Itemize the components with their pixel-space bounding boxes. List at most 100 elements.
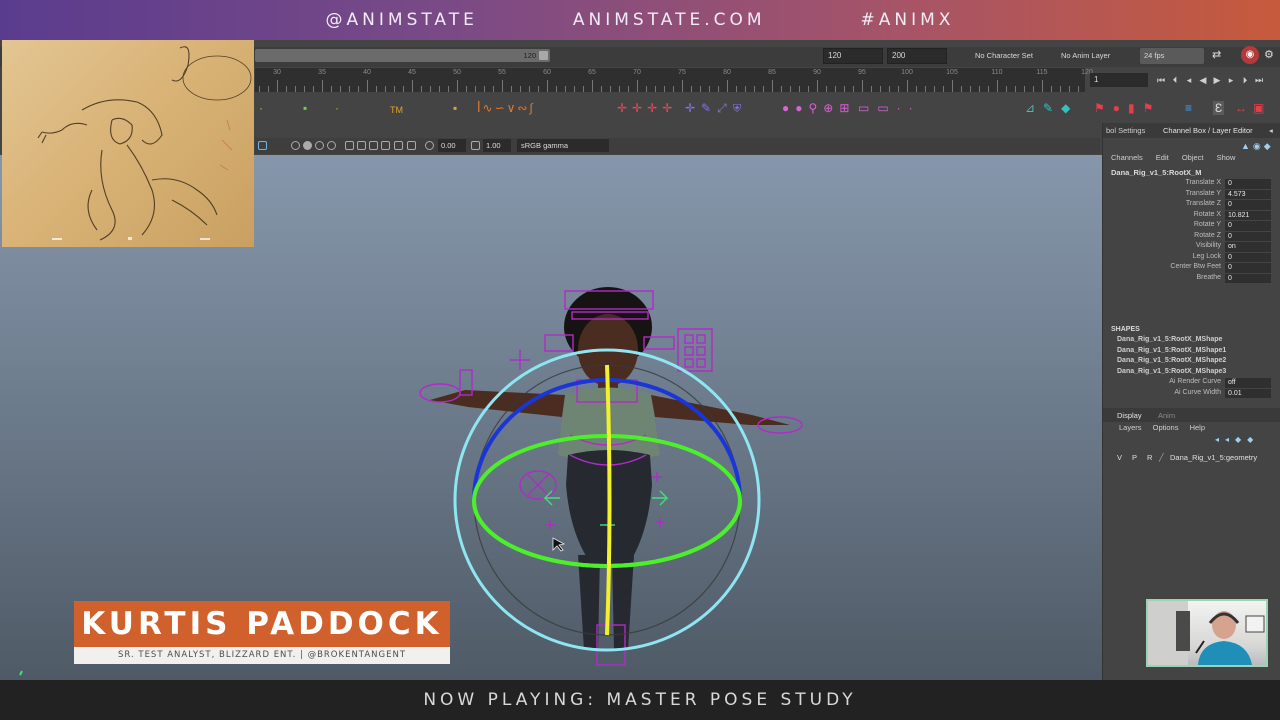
camera-select-icon[interactable] bbox=[258, 141, 267, 150]
gamma-field[interactable]: 1.00 bbox=[483, 139, 511, 152]
shelf-rig-icons[interactable]: ✛✎⤢⛨ bbox=[685, 101, 747, 115]
channel-row[interactable]: Visibility on bbox=[1103, 242, 1273, 253]
go-to-start-icon[interactable]: ⏮ bbox=[1156, 75, 1166, 85]
tab-tool-settings[interactable]: bol Settings bbox=[1106, 126, 1145, 135]
shape-attr-row[interactable]: Ai Render Curve off bbox=[1103, 378, 1273, 389]
menu-options[interactable]: Options bbox=[1153, 423, 1179, 432]
selected-node-name[interactable]: Dana_Rig_v1_5:RootX_M bbox=[1111, 168, 1201, 177]
layer-name[interactable]: Dana_Rig_v1_5:geometry bbox=[1170, 453, 1257, 462]
layer-action-icons[interactable]: ◂◂◆◆ bbox=[1215, 435, 1259, 444]
shelf-select-icon[interactable]: ▪ bbox=[453, 101, 457, 115]
shelf-curve-tools-icon[interactable]: ꟾ∿∽∨∾∫ bbox=[477, 101, 535, 115]
motion-blur-icon[interactable] bbox=[369, 141, 378, 150]
wireframe-icon[interactable] bbox=[291, 141, 300, 150]
shelf-pose-icons[interactable]: ✛✛✛✛ bbox=[617, 101, 677, 115]
tab-channel-box[interactable]: Channel Box / Layer Editor bbox=[1163, 126, 1253, 135]
character-set-dropdown[interactable]: No Character Set bbox=[971, 48, 1046, 64]
shelf-tangent-icon[interactable]: · bbox=[335, 101, 339, 115]
shelf-editor-icon[interactable]: Ɛ bbox=[1213, 101, 1225, 115]
shelf-key-icon[interactable]: ▪ bbox=[303, 101, 307, 115]
channel-value[interactable]: on bbox=[1225, 242, 1271, 252]
channel-value[interactable]: 0 bbox=[1225, 252, 1271, 262]
channel-row[interactable]: Rotate Z 0 bbox=[1103, 231, 1273, 243]
shelf-character-icons[interactable]: ●●⚲⊕⊞ bbox=[782, 101, 855, 115]
shape-item[interactable]: Dana_Rig_v1_5:RootX_MShape bbox=[1117, 336, 1222, 343]
shelf-record-icons[interactable]: ⚑●▮⚑ bbox=[1094, 101, 1161, 115]
channel-value[interactable]: 4.573 bbox=[1225, 189, 1271, 199]
shelf-dot-icon[interactable]: · bbox=[259, 101, 263, 115]
menu-layers[interactable]: Layers bbox=[1119, 423, 1142, 432]
textured-icon[interactable] bbox=[315, 141, 324, 150]
shape-item[interactable]: Dana_Rig_v1_5:RootX_MShape2 bbox=[1117, 357, 1226, 364]
layer-reference-toggle[interactable]: R bbox=[1147, 453, 1152, 462]
channel-value[interactable]: 0 bbox=[1225, 200, 1271, 210]
channel-row[interactable]: Translate Z 0 bbox=[1103, 200, 1273, 211]
anti-alias-icon[interactable] bbox=[381, 141, 390, 150]
shape-attr-row[interactable]: Ai Curve Width 0.01 bbox=[1103, 388, 1273, 400]
channel-value[interactable]: 0 bbox=[1225, 273, 1271, 283]
playback-end-field[interactable]: 120 bbox=[823, 48, 883, 64]
panel-toggle-icons[interactable]: ▲◉◆ bbox=[1241, 141, 1274, 152]
smooth-shade-icon[interactable] bbox=[303, 141, 312, 150]
fps-dropdown[interactable]: 24 fps bbox=[1140, 48, 1204, 64]
panel-close-icon[interactable]: ◂ bbox=[1269, 126, 1273, 135]
channel-row[interactable]: Translate Y 4.573 bbox=[1103, 189, 1273, 201]
menu-edit[interactable]: Edit bbox=[1156, 153, 1169, 162]
step-forward-frame-icon[interactable]: ▸ bbox=[1226, 75, 1236, 85]
layer-playback-toggle[interactable]: P bbox=[1132, 453, 1137, 462]
preferences-icon[interactable]: ⚙ bbox=[1264, 48, 1274, 61]
play-backwards-icon[interactable]: ◀ bbox=[1198, 75, 1208, 85]
shelf-selection-icons[interactable]: ▭▭·· bbox=[858, 101, 921, 115]
play-forwards-icon[interactable]: ▶ bbox=[1212, 75, 1222, 85]
channel-value[interactable]: 0 bbox=[1225, 179, 1271, 189]
step-forward-key-icon[interactable]: ⏵ bbox=[1240, 75, 1250, 85]
shape-attr-value[interactable]: 0.01 bbox=[1225, 388, 1271, 398]
shelf-transform-icons[interactable]: ⊿✎◆ bbox=[1025, 101, 1078, 115]
isolate-select-icon[interactable] bbox=[394, 141, 403, 150]
shelf-misc-icons[interactable]: ↔▣ bbox=[1235, 101, 1270, 115]
channel-value[interactable]: 0 bbox=[1225, 231, 1271, 241]
auto-key-icon[interactable]: ◉ bbox=[1241, 46, 1259, 64]
channel-row[interactable]: Translate X 0 bbox=[1103, 179, 1273, 190]
tab-anim[interactable]: Anim bbox=[1158, 411, 1175, 420]
display-layer-row[interactable]: V P R ╱ Dana_Rig_v1_5:geometry bbox=[1107, 453, 1277, 465]
layer-color-icon[interactable]: ╱ bbox=[1159, 453, 1164, 462]
shadows-icon[interactable] bbox=[345, 141, 354, 150]
menu-show[interactable]: Show bbox=[1217, 153, 1236, 162]
ambient-occlusion-icon[interactable] bbox=[357, 141, 366, 150]
exposure-icon[interactable] bbox=[425, 141, 434, 150]
channel-row[interactable]: Center Btw Feet 0 bbox=[1103, 263, 1273, 274]
tab-display[interactable]: Display bbox=[1117, 411, 1142, 420]
channel-value[interactable]: 10.821 bbox=[1225, 210, 1271, 220]
lights-icon[interactable] bbox=[327, 141, 336, 150]
gamma-icon[interactable] bbox=[471, 141, 480, 150]
channel-value[interactable]: 0 bbox=[1225, 221, 1271, 231]
channel-row[interactable]: Breathe 0 bbox=[1103, 273, 1273, 285]
range-slider-handle[interactable] bbox=[539, 51, 548, 60]
current-frame-field[interactable]: 1 bbox=[1090, 73, 1148, 87]
range-slider-bar[interactable]: 120 bbox=[255, 49, 550, 62]
step-back-frame-icon[interactable]: ◂ bbox=[1184, 75, 1194, 85]
animation-end-field[interactable]: 200 bbox=[887, 48, 947, 64]
loop-icon[interactable]: ⇄ bbox=[1212, 48, 1221, 61]
layer-visibility-toggle[interactable]: V bbox=[1117, 453, 1122, 462]
menu-object[interactable]: Object bbox=[1182, 153, 1204, 162]
time-ruler[interactable]: 30 35 40 45 50 55 60 65 70 75 80 85 90 95 100 105 110 115… bbox=[255, 68, 1093, 92]
menu-help[interactable]: Help bbox=[1190, 423, 1205, 432]
shape-item[interactable]: Dana_Rig_v1_5:RootX_MShape1 bbox=[1117, 347, 1226, 354]
step-back-key-icon[interactable]: ⏴ bbox=[1170, 75, 1180, 85]
go-to-end-icon[interactable]: ⏭ bbox=[1254, 75, 1264, 85]
shape-attr-value[interactable]: off bbox=[1225, 378, 1271, 388]
xray-icon[interactable] bbox=[407, 141, 416, 150]
shape-item[interactable]: Dana_Rig_v1_5:RootX_MShape3 bbox=[1117, 368, 1226, 375]
channel-row[interactable]: Rotate Y 0 bbox=[1103, 221, 1273, 232]
shelf-tm-icon[interactable]: TM bbox=[390, 103, 403, 117]
menu-channels[interactable]: Channels bbox=[1111, 153, 1143, 162]
color-space-dropdown[interactable]: sRGB gamma bbox=[517, 139, 609, 152]
anim-layer-dropdown[interactable]: No Anim Layer bbox=[1057, 48, 1132, 64]
exposure-field[interactable]: 0.00 bbox=[438, 139, 466, 152]
channel-value[interactable]: 0 bbox=[1225, 263, 1271, 273]
shelf-list-icon[interactable]: ≡ bbox=[1185, 101, 1192, 115]
channel-row[interactable]: Rotate X 10.821 bbox=[1103, 210, 1273, 222]
channel-row[interactable]: Leg Lock 0 bbox=[1103, 252, 1273, 264]
